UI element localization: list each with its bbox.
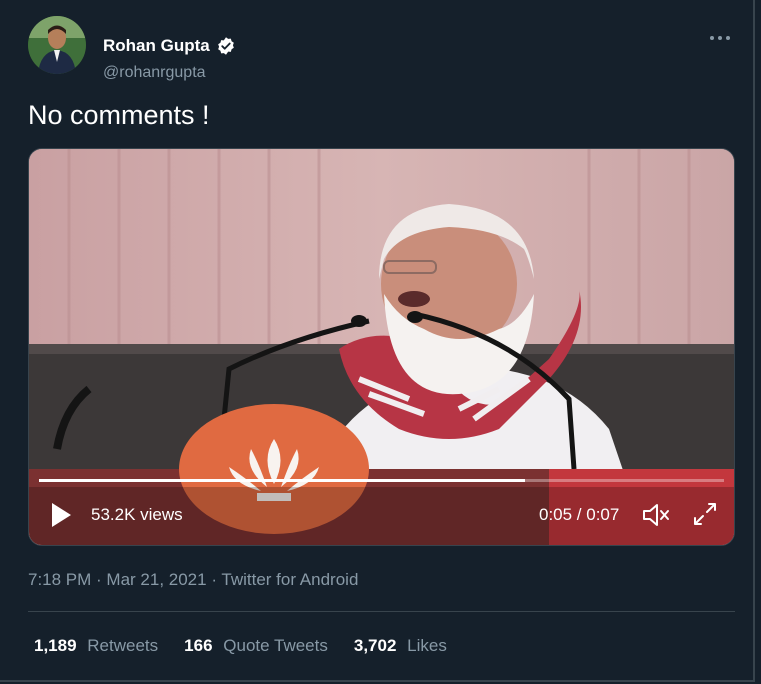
tweet-timestamp[interactable]: 7:18 PM · Mar 21, 2021 · Twitter for And…: [28, 570, 358, 590]
likes-label: Likes: [407, 636, 447, 655]
author-handle[interactable]: @rohanrgupta: [103, 64, 206, 82]
video-progress-bar[interactable]: [39, 479, 724, 482]
tweet-text: No comments !: [28, 100, 210, 130]
divider: [28, 611, 735, 612]
tweet-header: Rohan Gupta @rohanrgupta: [28, 16, 738, 81]
retweets-label: Retweets: [87, 636, 159, 655]
video-time: 0:05 / 0:07: [539, 505, 620, 524]
video-player[interactable]: 53.2K views 0:05 / 0:07: [28, 148, 735, 546]
video-progress-fill: [39, 479, 526, 482]
verified-badge-icon: [217, 37, 234, 55]
tweet-stats: 1,189 Retweets 166 Quote Tweets 3,702 Li…: [34, 636, 447, 656]
play-icon[interactable]: [49, 501, 73, 529]
fullscreen-icon[interactable]: [691, 500, 719, 528]
quote-tweets-count: 166: [184, 636, 213, 655]
video-controls: 53.2K views 0:05 / 0:07: [29, 485, 734, 545]
view-count: 53.2K views: [91, 505, 183, 524]
retweets-stat[interactable]: 1,189 Retweets: [34, 636, 158, 656]
likes-count: 3,702: [353, 636, 397, 655]
quote-tweets-label: Quote Tweets: [223, 636, 328, 655]
volume-muted-icon[interactable]: [641, 500, 671, 530]
likes-stat[interactable]: 3,702 Likes: [354, 636, 447, 656]
avatar[interactable]: [28, 16, 86, 74]
more-options-icon[interactable]: [706, 28, 734, 48]
retweets-count: 1,189: [34, 636, 77, 655]
divider-bottom: [28, 681, 735, 682]
quote-tweets-stat[interactable]: 166 Quote Tweets: [184, 636, 328, 656]
author-name[interactable]: Rohan Gupta: [103, 36, 210, 56]
